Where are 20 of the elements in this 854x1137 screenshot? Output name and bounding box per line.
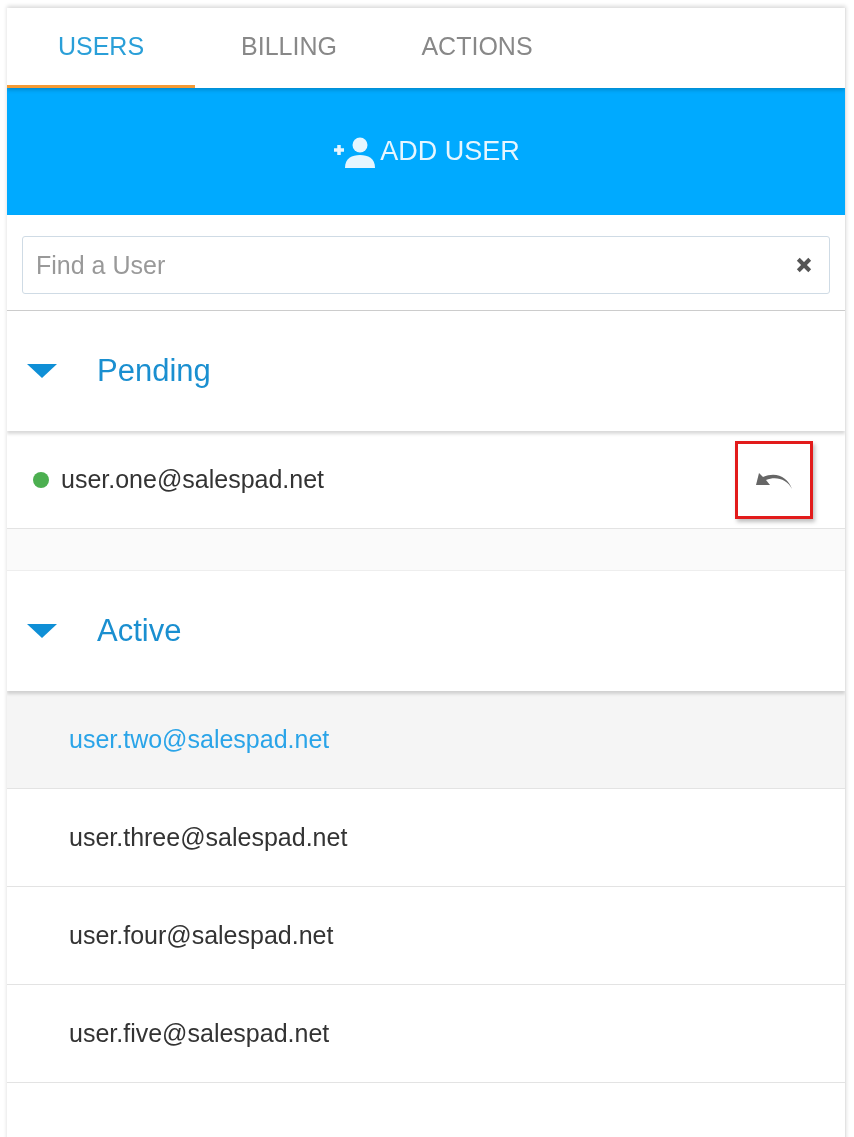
user-email: user.one@salespad.net (61, 465, 326, 494)
section-header[interactable]: Pending (7, 311, 845, 431)
user-row[interactable]: user.one@salespad.net (7, 431, 845, 529)
tab[interactable]: BILLING (195, 8, 383, 88)
section-header[interactable]: Active (7, 571, 845, 691)
tab[interactable]: ACTIONS (383, 8, 571, 88)
user-email: user.two@salespad.net (69, 725, 331, 754)
undo-button[interactable] (735, 440, 813, 519)
user-row[interactable]: user.three@salespad.net (7, 789, 845, 887)
user-row[interactable]: user.five@salespad.net (7, 985, 845, 1083)
user-row[interactable]: user.two@salespad.net (7, 691, 845, 789)
user-email: user.five@salespad.net (69, 1019, 331, 1048)
user-row[interactable]: user.four@salespad.net (7, 887, 845, 985)
clear-icon[interactable] (796, 257, 812, 273)
section-title: Active (97, 613, 182, 649)
search-field[interactable]: Find a User (22, 236, 830, 294)
add-user-button[interactable]: ADD USER (7, 88, 845, 215)
section-title: Pending (97, 353, 211, 389)
user-email: user.four@salespad.net (69, 921, 335, 950)
user-email: user.three@salespad.net (69, 823, 349, 852)
